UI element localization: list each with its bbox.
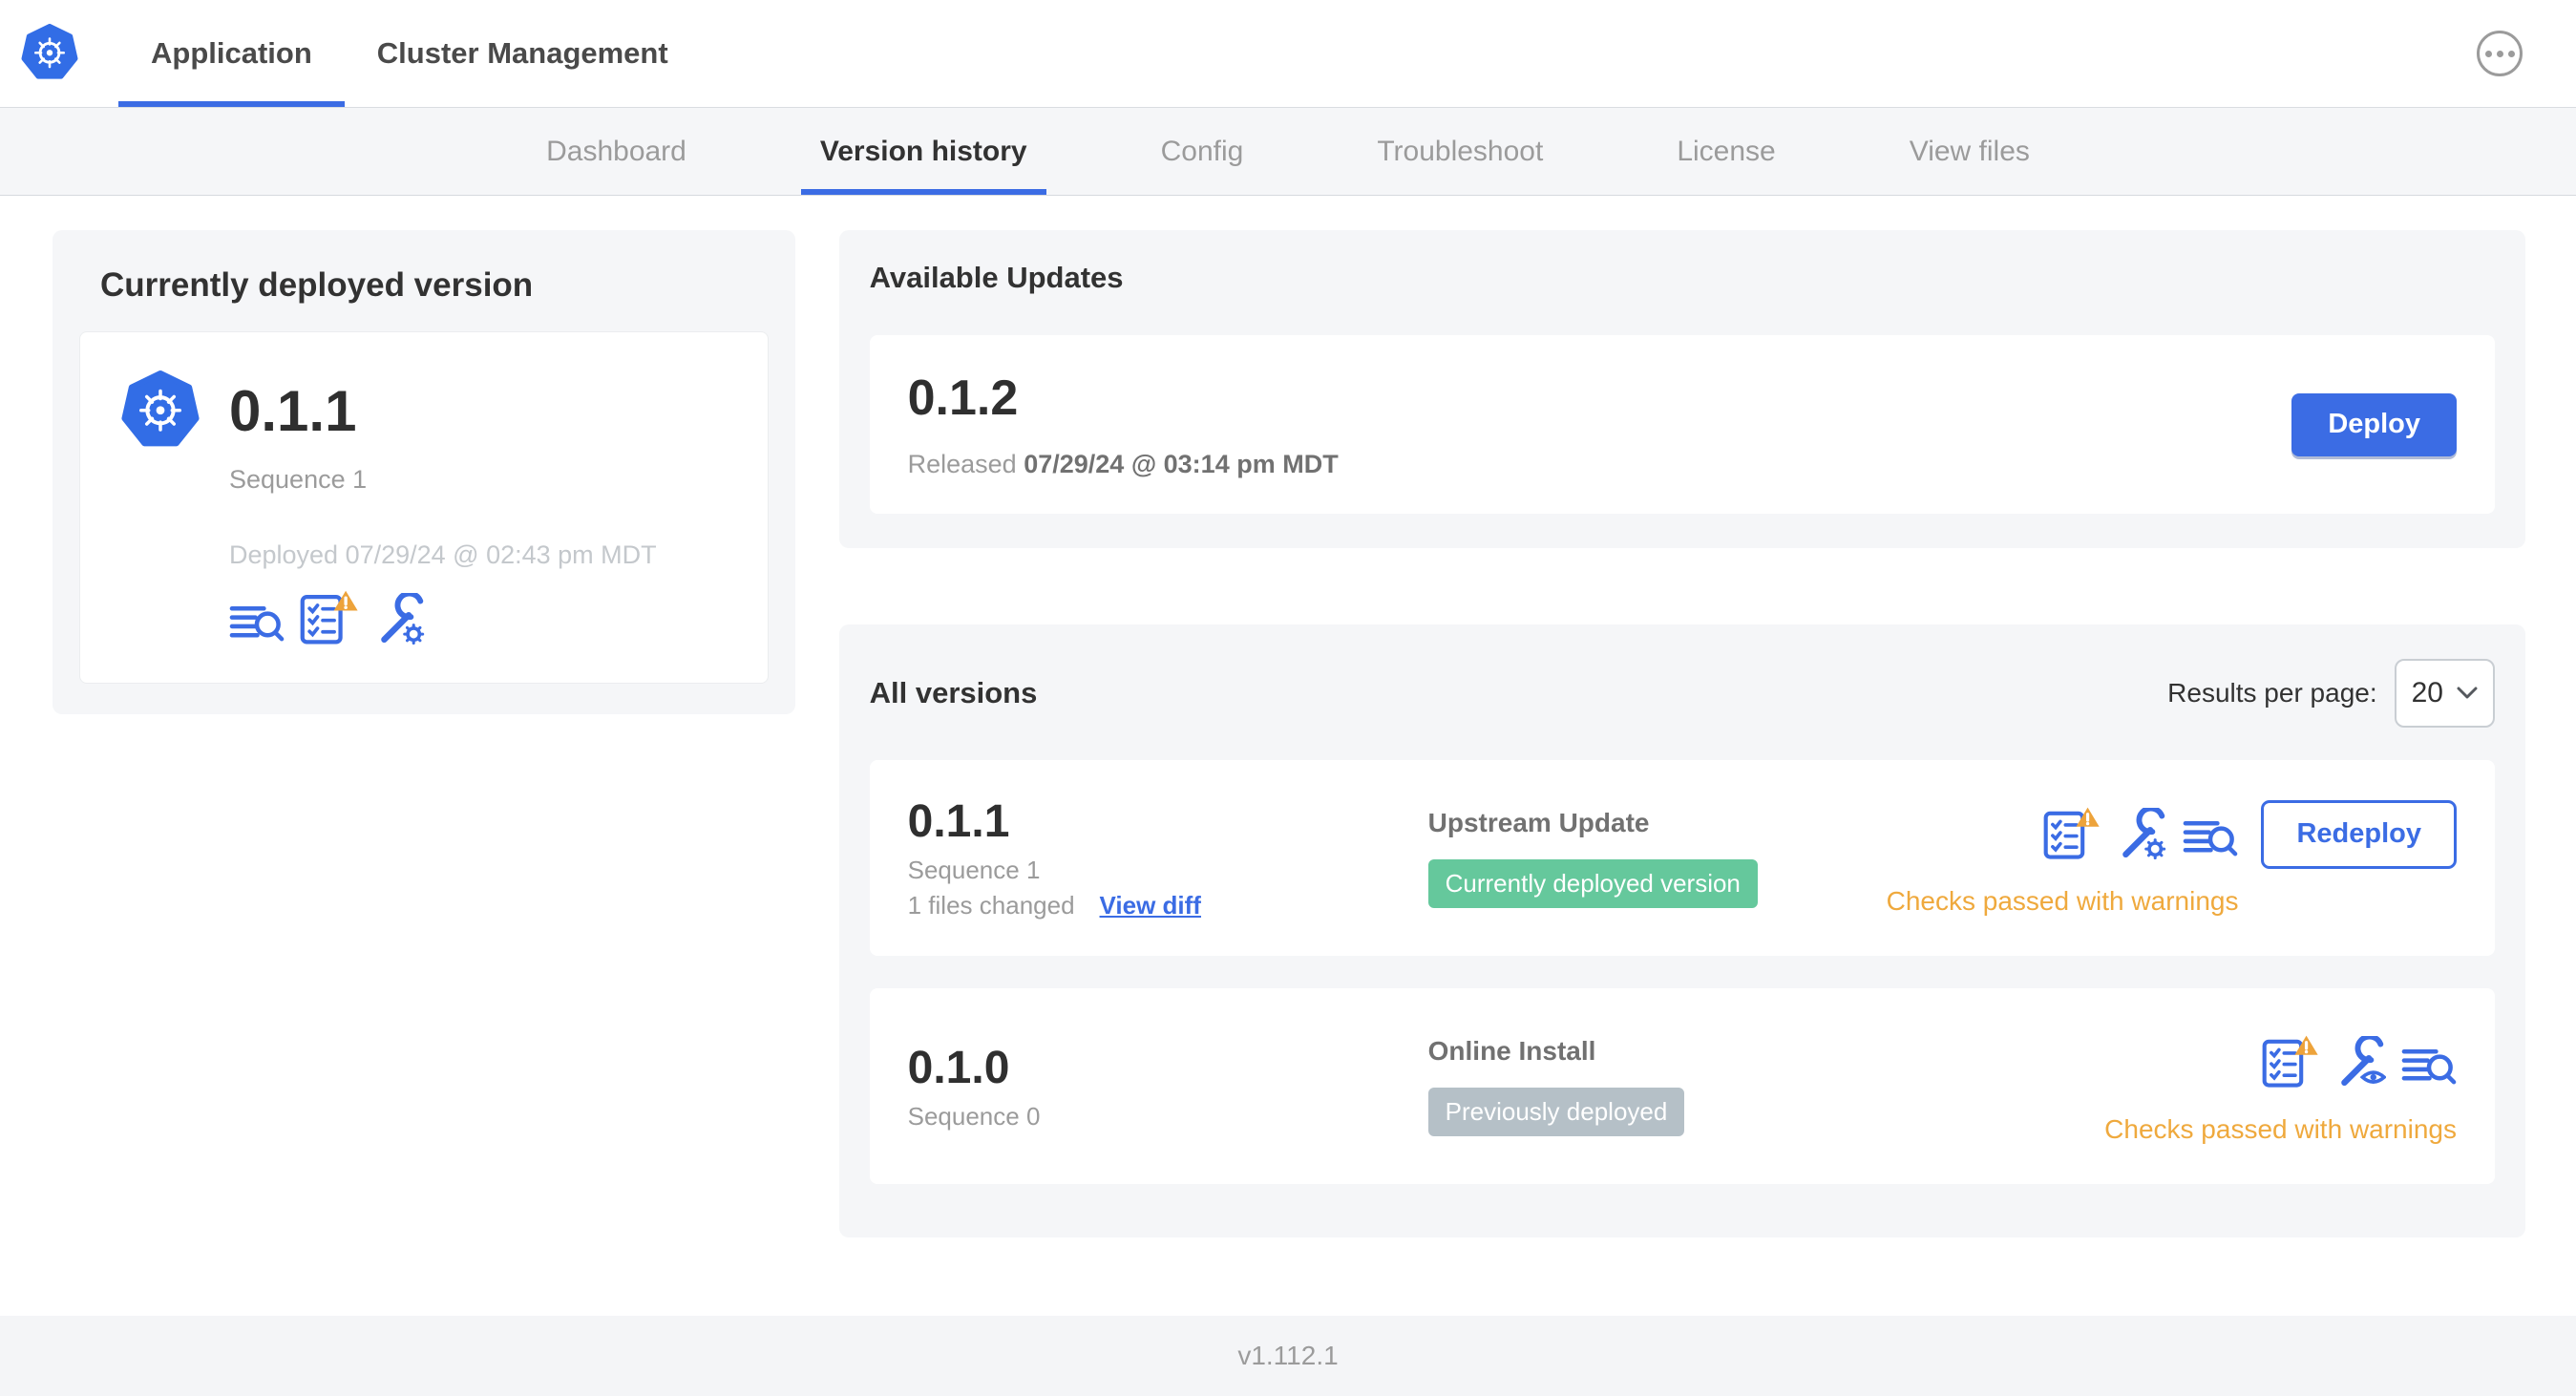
diff-icon[interactable]: [2401, 1044, 2457, 1088]
version-row: 0.1.0 Sequence 0 Online Install Previous…: [869, 988, 2495, 1184]
brand: [19, 0, 118, 107]
page-footer: v1.112.1: [0, 1316, 2576, 1396]
kubernetes-app-icon: [118, 369, 202, 454]
row-sequence: Sequence 1: [907, 856, 1041, 884]
subnav-version-history-label: Version history: [819, 135, 1027, 167]
console-version: v1.112.1: [1237, 1341, 1339, 1370]
row-version-number: 0.1.0: [907, 1042, 1010, 1093]
row-source-label: Online Install: [1427, 1036, 1596, 1066]
files-changed-label: 1 files changed: [907, 891, 1075, 920]
subnav-item-version-history[interactable]: Version history: [800, 108, 1046, 195]
subnav-troubleshoot-label: Troubleshoot: [1377, 135, 1544, 167]
row-source-label: Upstream Update: [1427, 808, 1650, 837]
released-date: 07/29/24 @ 03:14 pm MDT: [1024, 450, 1339, 478]
subnav-view-files-label: View files: [1909, 135, 2030, 167]
view-diff-link[interactable]: View diff: [1100, 891, 1201, 920]
preflight-checks-warning-icon[interactable]: [2262, 1034, 2319, 1088]
tab-cluster-management-label: Cluster Management: [376, 36, 668, 70]
update-released-line: Released 07/29/24 @ 03:14 pm MDT: [908, 450, 1339, 479]
right-column: Available Updates 0.1.2 Released 07/29/2…: [838, 230, 2525, 1237]
released-label: Released: [907, 450, 1017, 478]
results-per-page-label: Results per page:: [2167, 678, 2377, 708]
row-sequence: Sequence 0: [907, 1101, 1041, 1131]
status-badge: Previously deployed: [1427, 1088, 1685, 1136]
all-versions-title: All versions: [869, 676, 1038, 709]
config-wrench-eye-icon[interactable]: [2334, 1036, 2386, 1088]
currently-deployed-panel: Currently deployed version 0.1.1 Sequenc…: [53, 230, 795, 714]
redeploy-button[interactable]: Redeploy: [2261, 799, 2457, 869]
subnav-item-config[interactable]: Config: [1161, 108, 1244, 195]
deployed-sequence: Sequence 1: [229, 465, 368, 494]
config-wrench-gear-icon[interactable]: [2116, 808, 2167, 859]
topnav-spacer: [701, 0, 2477, 107]
checks-status-link[interactable]: Checks passed with warnings: [1887, 886, 2239, 917]
subnav-item-troubleshoot[interactable]: Troubleshoot: [1377, 108, 1543, 195]
currently-deployed-title: Currently deployed version: [100, 266, 534, 304]
subnav-license-label: License: [1677, 135, 1776, 167]
deployed-timestamp: Deployed 07/29/24 @ 02:43 pm MDT: [229, 540, 657, 569]
preflight-checks-warning-icon[interactable]: [2043, 806, 2101, 859]
subnav-item-view-files[interactable]: View files: [1910, 108, 2030, 195]
checks-status-link[interactable]: Checks passed with warnings: [2104, 1114, 2457, 1145]
version-row: 0.1.1 Sequence 1 1 files changed View di…: [869, 760, 2495, 956]
app-subnav: Dashboard Version history Config Trouble…: [0, 108, 2576, 196]
top-nav: Application Cluster Management: [0, 0, 2576, 108]
subnav-item-dashboard[interactable]: Dashboard: [546, 108, 686, 195]
deploy-button[interactable]: Deploy: [2291, 392, 2457, 456]
subnav-dashboard-label: Dashboard: [546, 135, 686, 167]
config-wrench-gear-icon[interactable]: [374, 593, 426, 645]
preflight-checks-warning-icon[interactable]: [300, 589, 359, 645]
currently-deployed-card: 0.1.1 Sequence 1 Deployed 07/29/24 @ 02:…: [79, 331, 769, 684]
row-version-number: 0.1.1: [907, 796, 1010, 847]
deployed-version-number: 0.1.1: [229, 379, 357, 443]
available-updates-panel: Available Updates 0.1.2 Released 07/29/2…: [838, 230, 2525, 548]
tab-application-label: Application: [151, 36, 312, 70]
chevron-down-icon: [2457, 687, 2478, 699]
tab-application[interactable]: Application: [118, 0, 345, 107]
subnav-config-label: Config: [1160, 135, 1244, 167]
main-content: Currently deployed version 0.1.1 Sequenc…: [0, 196, 2576, 1316]
update-version-number: 0.1.2: [907, 370, 1019, 426]
status-badge: Currently deployed version: [1427, 859, 1758, 908]
ellipsis-menu-icon[interactable]: [2477, 31, 2523, 76]
results-per-page-select[interactable]: 20: [2394, 659, 2495, 728]
tab-cluster-management[interactable]: Cluster Management: [345, 0, 701, 107]
available-updates-title: Available Updates: [869, 261, 1124, 294]
all-versions-panel: All versions Results per page: 20 0.1.1 …: [838, 624, 2525, 1237]
results-per-page-value: 20: [2411, 677, 2443, 709]
subnav-item-license[interactable]: License: [1677, 108, 1775, 195]
diff-icon[interactable]: [2183, 815, 2238, 859]
available-update-card: 0.1.2 Released 07/29/24 @ 03:14 pm MDT D…: [869, 335, 2495, 514]
diff-icon[interactable]: [229, 601, 285, 645]
kubernetes-logo: [19, 21, 80, 87]
